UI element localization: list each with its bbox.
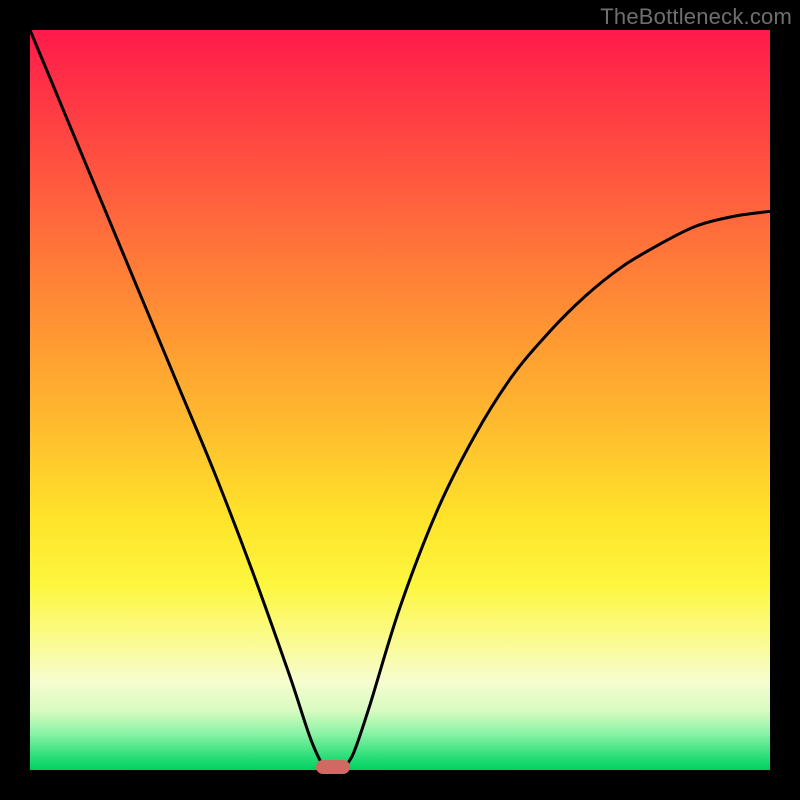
- plot-area: [30, 30, 770, 770]
- watermark-text: TheBottleneck.com: [600, 4, 792, 30]
- minimum-marker: [316, 760, 350, 774]
- bottleneck-curve: [30, 30, 770, 772]
- curve-svg: [30, 30, 770, 770]
- chart-frame: TheBottleneck.com: [0, 0, 800, 800]
